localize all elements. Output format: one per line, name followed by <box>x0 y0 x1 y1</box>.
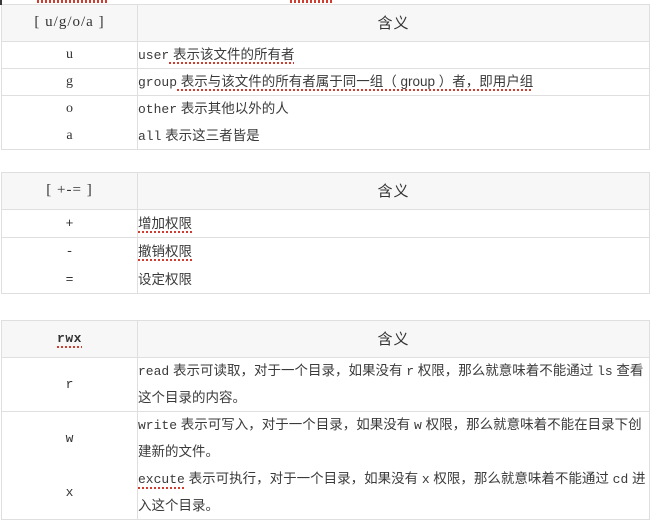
table-header-row: rwx 含义 <box>1 320 650 358</box>
term-mono: write <box>138 418 178 433</box>
row-key-cell: - <box>1 237 138 266</box>
row-description-cell: excute 表示可执行，对于一个目录，如果没有 x 权限，那么就意味着不能通过… <box>137 465 650 520</box>
row-key-cell: = <box>1 265 138 294</box>
clipped-text-mark <box>0 0 2 5</box>
table-row: r read 表示可读取，对于一个目录，如果没有 r 权限，那么就意味着不能通过… <box>1 357 650 412</box>
pme-table: [ +-= ] 含义 + 增加权限 - 撤销权限 = 设定权限 <box>1 172 650 294</box>
table-row: w write 表示可写入，对于一个目录，如果没有 w 权限，那么就意味着不能在… <box>1 411 650 466</box>
term-description: 表示该文件的所有者 <box>169 47 295 64</box>
term-description-part2: 权限，那么就意味着不能通过 <box>429 471 613 486</box>
inline-mono-2: cd <box>612 472 629 487</box>
row-description-cell: user 表示该文件的所有者 <box>137 41 650 69</box>
term-description-part2: 权限，那么就意味着不能通过 <box>414 363 598 378</box>
spellcheck-squiggle-icon <box>37 0 109 3</box>
term-description-part1: 表示可执行，对于一个目录，如果没有 <box>184 471 422 486</box>
term-description: 表示这三者皆是 <box>161 128 260 143</box>
row-description-cell: read 表示可读取，对于一个目录，如果没有 r 权限，那么就意味着不能通过 l… <box>137 357 650 412</box>
table-row: o other 表示其他以外的人 <box>1 95 650 123</box>
term-description: 表示其他以外的人 <box>177 101 289 116</box>
column-header-meaning-label: 含义 <box>377 15 410 32</box>
term-description-part1: 表示可读取，对于一个目录，如果没有 <box>169 363 407 378</box>
row-description-cell: group 表示与该文件的所有者属于同一组（ group ）者，即用户组 <box>137 68 650 96</box>
table-header-row: [ +-= ] 含义 <box>1 172 650 210</box>
pme-table-wrapper: [ +-= ] 含义 + 增加权限 - 撤销权限 = 设定权限 <box>1 172 651 294</box>
ugoa-table: [ u/g/o/a ] 含义 u user 表示该文件的所有者 g group … <box>1 4 650 150</box>
row-description-cell: 撤销权限 <box>137 237 650 266</box>
row-key-cell: r <box>1 357 138 412</box>
table-row: = 设定权限 <box>1 265 650 294</box>
table-row: + 增加权限 <box>1 209 650 238</box>
spellcheck-squiggle-icon <box>290 0 332 3</box>
column-header-key: rwx <box>1 320 138 358</box>
term-mono: user <box>138 48 170 63</box>
row-description-cell: all 表示这三者皆是 <box>137 122 650 150</box>
column-header-meaning: 含义 <box>137 172 650 210</box>
row-description-cell: write 表示可写入，对于一个目录，如果没有 w 权限，那么就意味着不能在目录… <box>137 411 650 466</box>
column-header-key-wrapper: rwx <box>2 322 137 357</box>
table-row: a all 表示这三者皆是 <box>1 122 650 150</box>
table-row: - 撤销权限 <box>1 237 650 266</box>
rwx-table-wrapper: rwx 含义 r read 表示可读取，对于一个目录，如果没有 r 权限，那么就… <box>1 320 651 520</box>
column-header-key-label: [ u/g/o/a ] <box>34 14 105 30</box>
row-key-cell: u <box>1 41 138 69</box>
row-description-cell: 增加权限 <box>137 209 650 238</box>
clipped-squiggle-remnant <box>0 0 651 5</box>
inline-mono-1: r <box>406 364 415 379</box>
column-header-key-label: [ +-= ] <box>46 182 93 198</box>
term-description: 增加权限 <box>138 216 192 233</box>
term-mono: all <box>138 129 162 144</box>
inline-mono-2: ls <box>597 364 613 379</box>
row-description-cell: other 表示其他以外的人 <box>137 95 650 123</box>
column-header-key-label: rwx <box>57 330 82 348</box>
term-mono: read <box>138 364 170 379</box>
row-key-cell: x <box>1 465 138 520</box>
row-key-cell: g <box>1 68 138 96</box>
inline-mono-1: w <box>414 418 422 433</box>
table-gap <box>0 150 651 172</box>
document-page: [ u/g/o/a ] 含义 u user 表示该文件的所有者 g group … <box>0 0 651 520</box>
term-description-part1: 表示可写入，对于一个目录，如果没有 <box>177 417 415 432</box>
column-header-meaning: 含义 <box>137 320 650 358</box>
term-description: 撤销权限 <box>138 244 192 261</box>
table-row: x excute 表示可执行，对于一个目录，如果没有 x 权限，那么就意味着不能… <box>1 465 650 520</box>
term-mono: group <box>138 75 178 90</box>
term-mono: excute <box>138 472 185 489</box>
table-row: g group 表示与该文件的所有者属于同一组（ group ）者，即用户组 <box>1 68 650 96</box>
rwx-table: rwx 含义 r read 表示可读取，对于一个目录，如果没有 r 权限，那么就… <box>1 320 650 520</box>
row-key-cell: + <box>1 209 138 238</box>
inline-mono-1: x <box>421 472 430 487</box>
column-header-key: [ u/g/o/a ] <box>1 4 138 42</box>
column-header-meaning: 含义 <box>137 4 650 42</box>
term-mono: other <box>138 102 178 117</box>
row-key-cell: a <box>1 122 138 150</box>
row-key-cell: w <box>1 411 138 466</box>
column-header-meaning-label: 含义 <box>377 331 410 348</box>
row-key-cell: o <box>1 95 138 123</box>
term-description: 表示与该文件的所有者属于同一组（ group ）者，即用户组 <box>177 74 534 91</box>
row-description-cell: 设定权限 <box>137 265 650 294</box>
column-header-key: [ +-= ] <box>1 172 138 210</box>
table-row: u user 表示该文件的所有者 <box>1 41 650 69</box>
ugoa-table-wrapper: [ u/g/o/a ] 含义 u user 表示该文件的所有者 g group … <box>1 4 651 150</box>
table-header-row: [ u/g/o/a ] 含义 <box>1 4 650 42</box>
table-gap <box>0 294 651 320</box>
column-header-meaning-label: 含义 <box>377 183 410 200</box>
term-description: 设定权限 <box>138 272 193 287</box>
